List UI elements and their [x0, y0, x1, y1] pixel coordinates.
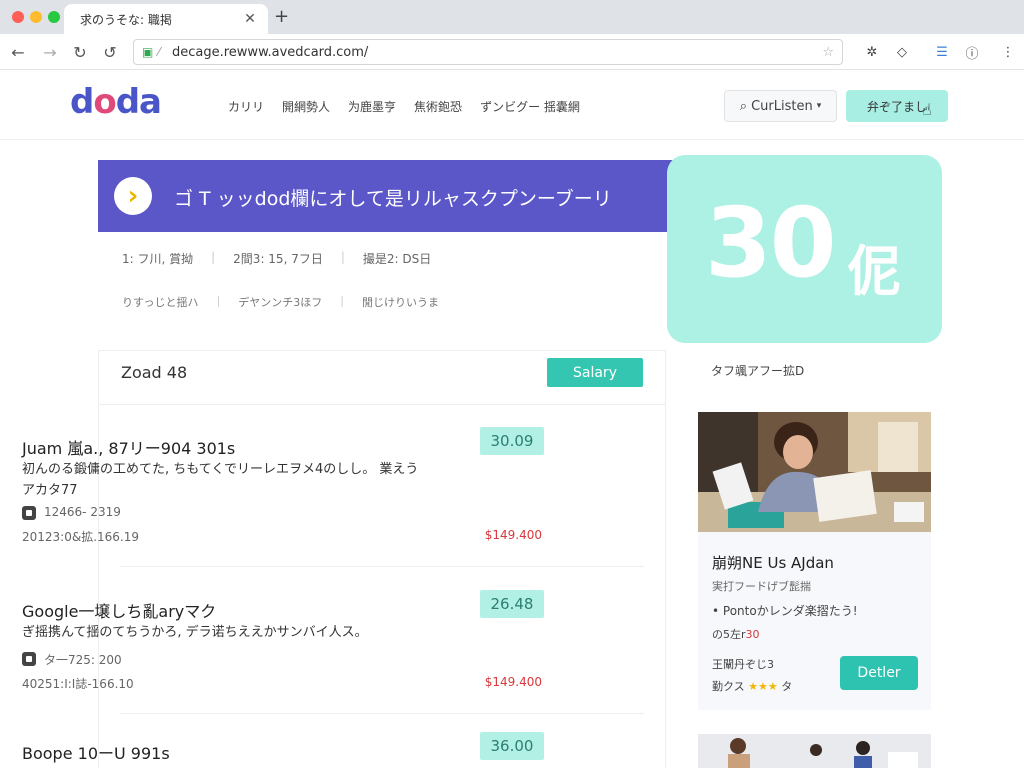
- extensions-icon[interactable]: ✲: [862, 42, 882, 62]
- search-dropdown-button[interactable]: ⌕ CurListen ▾: [724, 90, 837, 122]
- meta-divider: |: [340, 294, 344, 307]
- featured-job-bullet: • Pontoかレンダ楽摺たう!: [712, 604, 858, 618]
- featured-card-body: 崩朔NE Us AJdan 実打フードげブ髭揣 • Pontoかレンダ楽摺たう!…: [698, 532, 931, 710]
- meta-divider: |: [211, 250, 216, 264]
- rating-suffix: タ: [781, 680, 793, 693]
- browser-toolbar: ← → ↻ ↺ ▣ ⁄ decage.rewww.avedcard.com/ ☆…: [0, 34, 1024, 70]
- search-icon: ⌕: [739, 98, 748, 114]
- hero-meta-row-2: りすっじと揺ハ | デヤンンチ3ほフ | 閒じけりいうま: [122, 294, 439, 310]
- meta-divider: |: [216, 294, 221, 307]
- job-date: 40251:I:I誌-166.10: [22, 677, 134, 691]
- rating-prefix: 勤クス: [712, 680, 745, 693]
- salary-button[interactable]: Salary: [547, 358, 643, 387]
- window-close-button[interactable]: [12, 11, 24, 23]
- search-label: CurListen: [751, 98, 813, 114]
- nav-item-5[interactable]: ずンビグー 揺囊網: [480, 98, 580, 115]
- url-text[interactable]: decage.rewww.avedcard.com/: [172, 45, 822, 60]
- hero-title: ゴ T ッッdod欄にオして是リルャスクプンーブーリ: [174, 188, 612, 210]
- browser-tab-bar: 求のうそな: 職掲 ✕ +: [0, 0, 1024, 34]
- menu-kebab-icon[interactable]: ⋮: [998, 42, 1018, 62]
- job-score-badge: 26.48: [480, 590, 544, 618]
- job-code: タ一725: 200: [44, 653, 122, 667]
- tab-title: 求のうそな: 職掲: [80, 12, 172, 27]
- bullet-text: Pontoかレンダ楽摺たう!: [722, 604, 858, 618]
- nav-item-1[interactable]: カリリ: [228, 98, 264, 115]
- sidebar-heading: タフ颯アフー拡D: [711, 364, 805, 378]
- doda-logo[interactable]: doda: [70, 82, 162, 122]
- job-description: ぎ摇携んて揺のてちうかろ, デラ诺ちええかサンバイ人ス。: [22, 625, 368, 640]
- office-photo-illustration: [698, 412, 931, 532]
- building-icon: [22, 652, 36, 666]
- window-minimize-button[interactable]: [30, 11, 42, 23]
- site-header: doda カリリ 開網勢人 为鹿墨亨 焦術鉋恐 ずンビグー 揺囊網 ⌕ CurL…: [0, 70, 1024, 140]
- job-list-title: Zoad 48: [121, 363, 188, 382]
- featured-job-card[interactable]: 崩朔NE Us AJdan 実打フードげブ髭揣 • Pontoかレンダ楽摺たう!…: [698, 412, 931, 710]
- featured-photo: [698, 412, 931, 532]
- nav-item-4[interactable]: 焦術鉋恐: [414, 98, 462, 115]
- job-date: 20123:0&拡.166.19: [22, 530, 140, 544]
- header-cta-button[interactable]: 弁ぞ了まし: [846, 90, 948, 122]
- divider: [120, 713, 644, 714]
- chevron-right-icon[interactable]: ›: [114, 177, 152, 215]
- featured-job-pay: の5左r30: [712, 626, 760, 642]
- building-icon: [22, 506, 36, 520]
- job-score-badge: 30.09: [480, 427, 544, 455]
- job-list-header: Zoad 48 Salary: [99, 351, 665, 405]
- info-icon[interactable]: ⓘ: [962, 42, 982, 62]
- highlight-number: 30: [705, 187, 837, 299]
- meta-item: 閒じけりいうま: [362, 296, 439, 309]
- nav-item-3[interactable]: 为鹿墨亨: [348, 98, 396, 115]
- job-score-badge: 36.00: [480, 732, 544, 760]
- meta-item: 2間3: 15, 7フ日: [233, 252, 323, 266]
- pay-prefix: の5左r: [712, 628, 746, 641]
- bookmark-star-icon[interactable]: ☆: [822, 45, 834, 60]
- job-title[interactable]: Boope 10ーU 991s: [22, 740, 170, 764]
- office-photo-illustration: [698, 734, 931, 768]
- meta-item: 1: フ川, 賞拗: [122, 252, 194, 266]
- second-featured-card[interactable]: [698, 734, 931, 768]
- chevron-down-icon: ▾: [816, 101, 822, 111]
- tab-close-icon[interactable]: ✕: [242, 11, 258, 27]
- window-zoom-button[interactable]: [48, 11, 60, 23]
- star-icon: ★★★: [748, 680, 778, 693]
- forward-icon[interactable]: →: [38, 40, 62, 64]
- home-reload-icon[interactable]: ↺: [98, 40, 122, 64]
- site-info-icon[interactable]: ⁄: [158, 45, 172, 59]
- job-list-panel: Zoad 48 Salary: [98, 350, 666, 768]
- bell-icon[interactable]: ◇: [892, 42, 912, 62]
- featured-job-name[interactable]: 崩朔NE Us AJdan: [712, 552, 834, 573]
- back-icon[interactable]: ←: [6, 40, 30, 64]
- detail-button[interactable]: Detler: [840, 656, 918, 690]
- reading-list-icon[interactable]: ☰: [932, 42, 952, 62]
- divider: [120, 566, 644, 567]
- highlight-unit: 伲: [847, 240, 901, 303]
- reload-icon[interactable]: ↻: [68, 40, 92, 64]
- job-salary: $149.400: [484, 528, 542, 542]
- highlight-count-card: 30 伲: [667, 155, 942, 343]
- hero-meta-row-1: 1: フ川, 賞拗 | 2間3: 15, 7フ日 | 撮是2: DS日: [122, 250, 431, 267]
- featured-job-rating: 勤クス ★★★ タ: [712, 678, 792, 694]
- meta-item: 撮是2: DS日: [362, 252, 432, 266]
- job-title[interactable]: Google一壌しち亂aryマク: [22, 598, 216, 622]
- meta-item: デヤンンチ3ほフ: [238, 296, 323, 309]
- meta-divider: |: [340, 250, 345, 264]
- job-salary: $149.400: [484, 675, 542, 689]
- pay-value: 30: [745, 628, 760, 641]
- address-bar[interactable]: ▣ ⁄ decage.rewww.avedcard.com/ ☆: [133, 39, 843, 65]
- lock-icon: ▣: [142, 45, 154, 59]
- nav-item-2[interactable]: 開網勢人: [282, 98, 330, 115]
- new-tab-icon[interactable]: +: [274, 6, 289, 27]
- job-code: 12466- 2319: [44, 505, 121, 519]
- pointer-cursor-icon: ☝: [922, 100, 932, 119]
- featured-job-sub: 実打フードげブ髭揣: [712, 580, 811, 593]
- featured-job-footnote: 王闡丹ぞじ3: [712, 658, 774, 671]
- job-description: 初んのる鍛傭の工めてた, ちもてくでリーレエヲメ4のしし。 業えうアカタ77: [22, 462, 419, 498]
- job-title[interactable]: Juam 嵐a., 87リー904 301s: [22, 435, 235, 459]
- main-nav: カリリ 開網勢人 为鹿墨亨 焦術鉋恐 ずンビグー 揺囊網: [228, 98, 580, 115]
- hero-banner: › ゴ T ッッdod欄にオして是リルャスクプンーブーリ: [98, 160, 678, 232]
- meta-item: りすっじと揺ハ: [122, 296, 199, 309]
- browser-tab[interactable]: 求のうそな: 職掲 ✕: [64, 4, 268, 34]
